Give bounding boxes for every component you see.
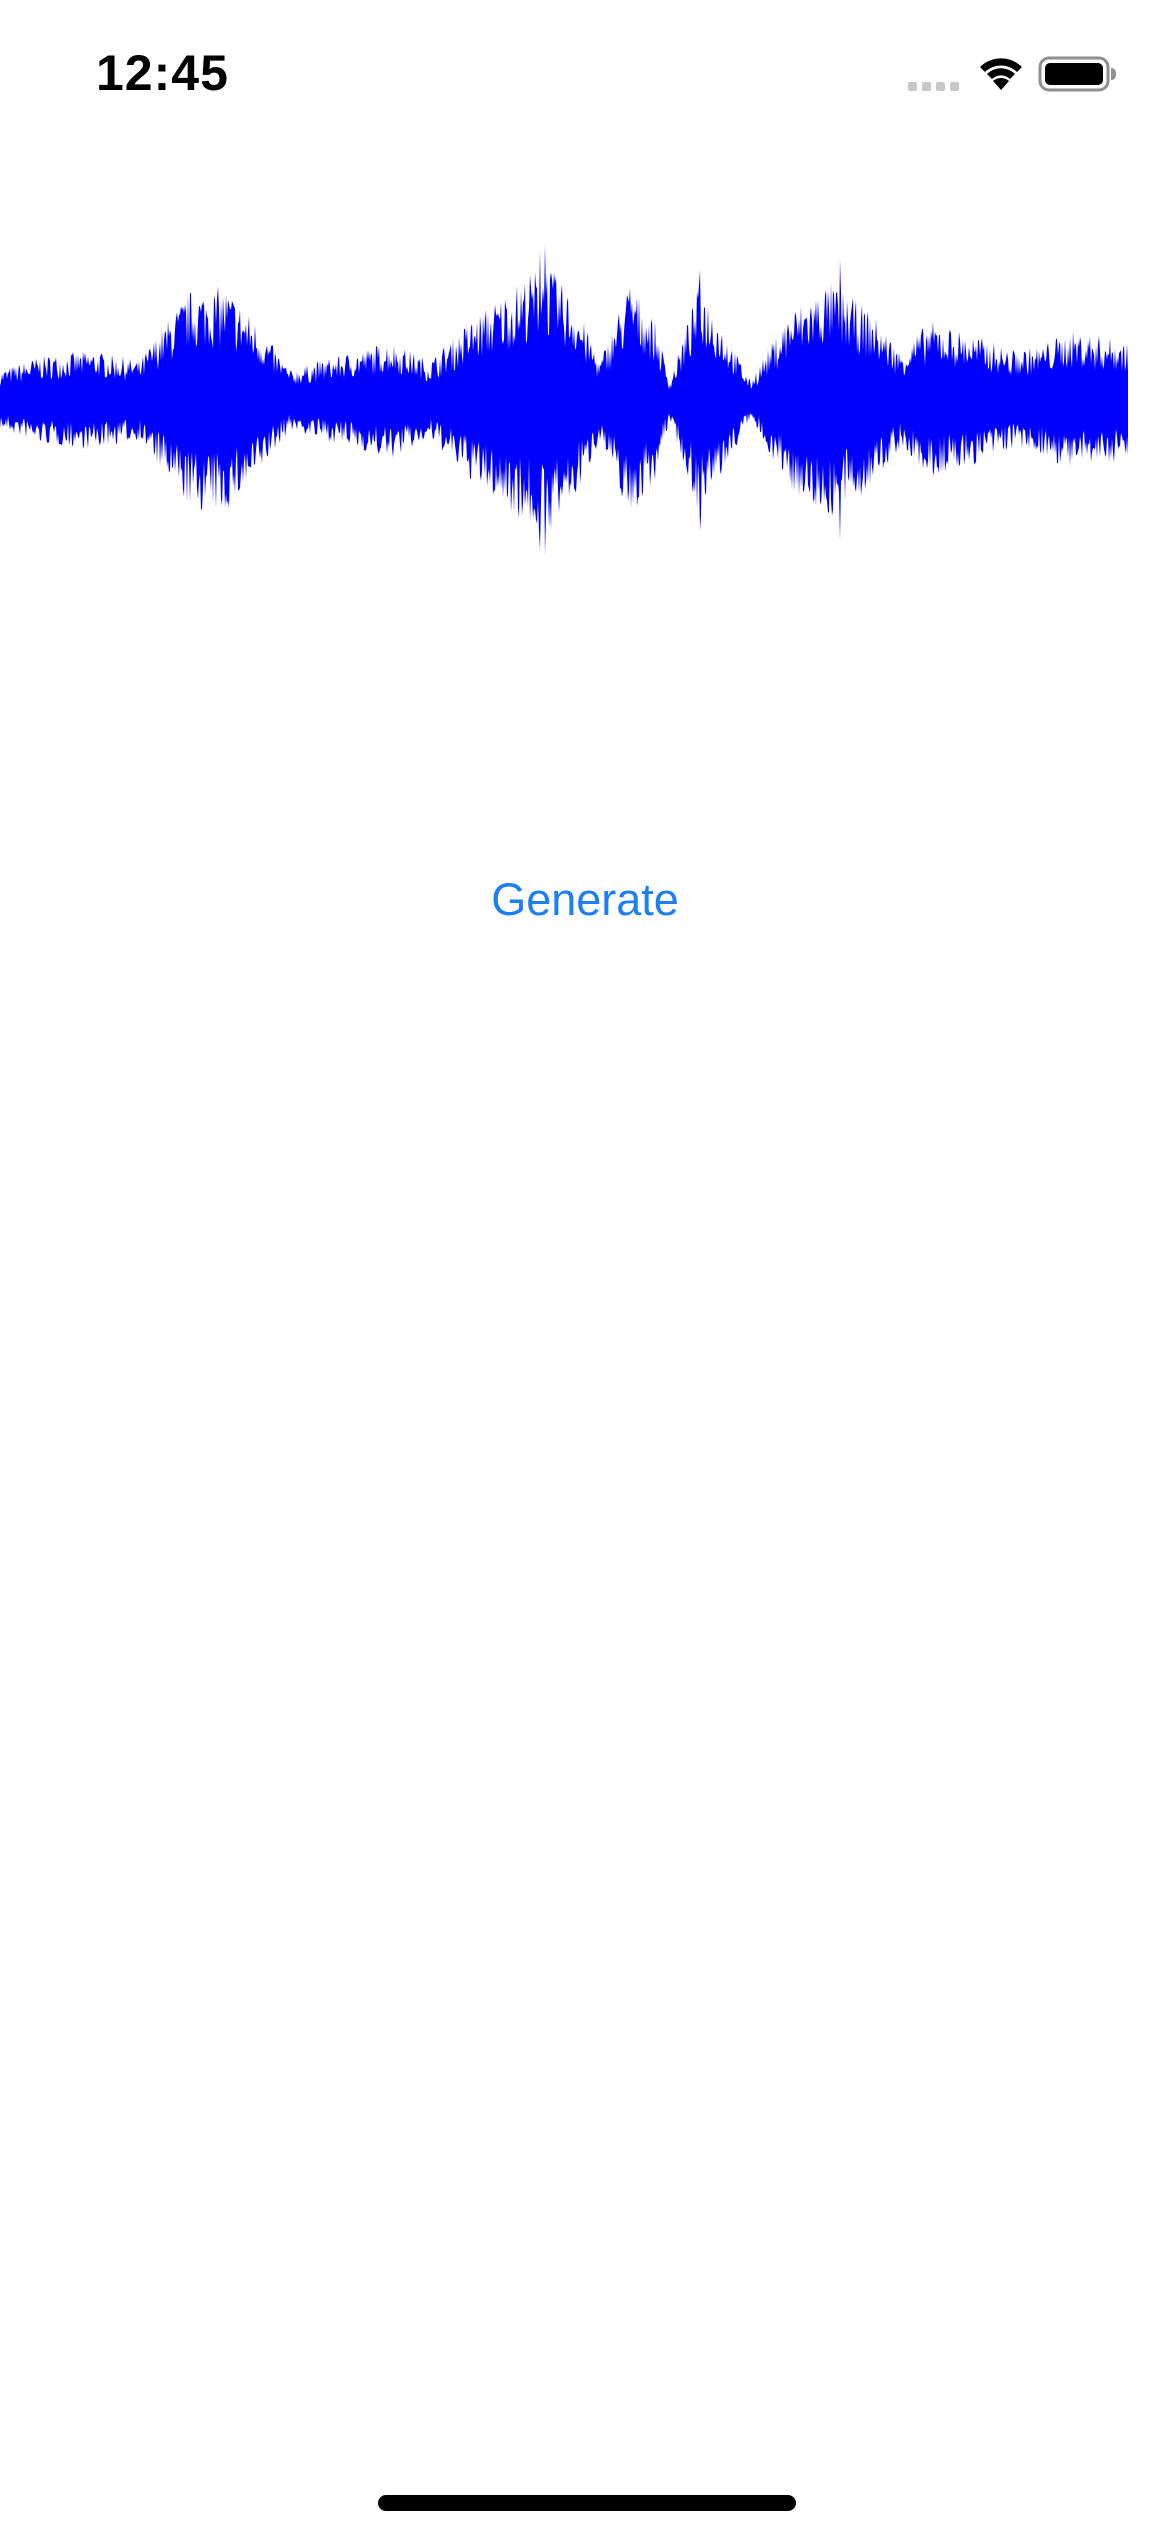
status-bar: 12:45: [0, 0, 1170, 140]
battery-icon: [1038, 56, 1116, 92]
home-indicator[interactable]: [378, 2495, 796, 2511]
generate-button[interactable]: Generate: [435, 862, 735, 938]
status-time: 12:45: [96, 45, 229, 101]
signal-icon: [908, 82, 959, 91]
audio-waveform: [0, 245, 1128, 555]
wifi-icon: [980, 58, 1022, 90]
